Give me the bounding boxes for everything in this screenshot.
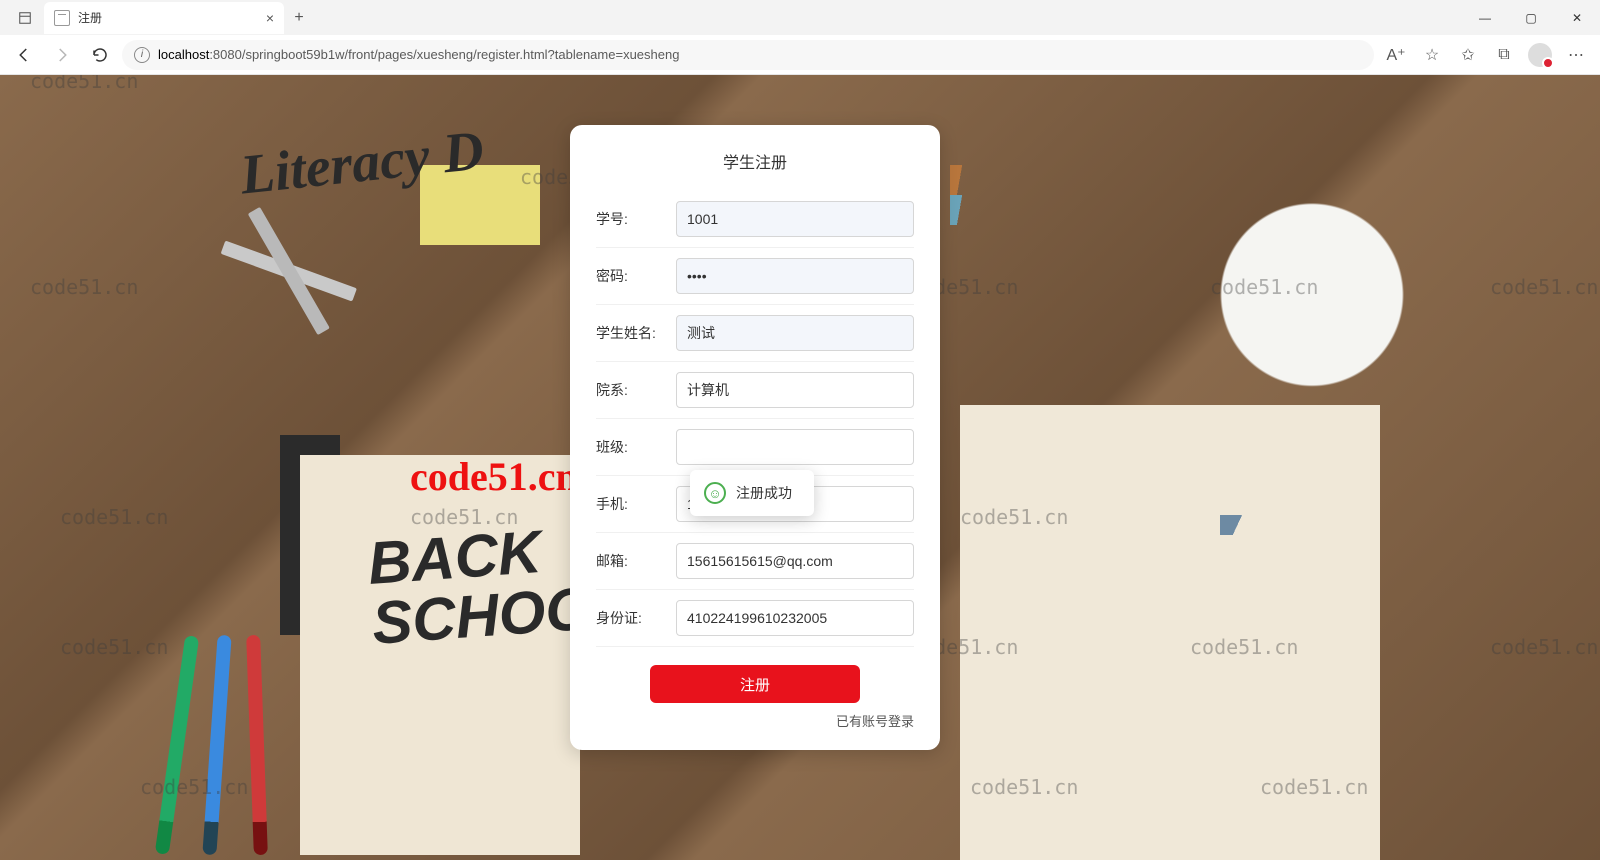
label-class: 班级:: [596, 437, 676, 457]
input-email[interactable]: [676, 543, 914, 579]
window-minimize-button[interactable]: —: [1462, 0, 1508, 35]
field-row-email: 邮箱:: [596, 533, 914, 590]
nav-forward-button[interactable]: [46, 39, 78, 71]
input-dept[interactable]: [676, 372, 914, 408]
watermark: code51.cn: [140, 775, 248, 799]
watermark: code51.cn: [1190, 635, 1298, 659]
panel-title: 学生注册: [596, 149, 914, 173]
collections-button[interactable]: ⧉: [1488, 39, 1520, 71]
crayon-graphic: [155, 635, 199, 855]
tab-list-button[interactable]: [6, 0, 44, 35]
label-idcard: 身份证:: [596, 608, 676, 628]
field-row-student-no: 学号:: [596, 191, 914, 248]
label-student-no: 学号:: [596, 209, 676, 229]
nav-back-button[interactable]: [8, 39, 40, 71]
watermark: code51.cn: [1490, 275, 1598, 299]
field-row-class: 班级:: [596, 419, 914, 476]
watermark: code51.cn: [1490, 635, 1598, 659]
tab-list-icon: [18, 11, 32, 25]
page-favicon: [54, 10, 70, 26]
login-link[interactable]: 已有账号登录: [596, 711, 914, 730]
tab-title: 注册: [78, 9, 102, 26]
crayon-graphic: [202, 635, 231, 855]
watermark: code51.cn: [60, 505, 168, 529]
watermark: code51.cn: [30, 275, 138, 299]
browser-tab-strip: 注册 × + — ▢ ✕: [0, 0, 1600, 35]
watermark: code51.cn: [1260, 775, 1368, 799]
toast-text: 注册成功: [736, 483, 792, 503]
label-password: 密码:: [596, 266, 676, 286]
label-dept: 院系:: [596, 380, 676, 400]
page-viewport: Literacy D BACK SCHOOL code51.cn code51.…: [0, 75, 1600, 860]
browser-toolbar: i localhost:8080/springboot59b1w/front/p…: [0, 35, 1600, 75]
scissors-graphic: [221, 234, 440, 477]
profile-avatar-icon: [1528, 43, 1552, 67]
address-bar[interactable]: i localhost:8080/springboot59b1w/front/p…: [122, 40, 1374, 70]
field-row-idcard: 身份证:: [596, 590, 914, 647]
input-idcard[interactable]: [676, 600, 914, 636]
crayon-graphic: [246, 635, 268, 855]
input-class[interactable]: [676, 429, 914, 465]
site-info-icon[interactable]: i: [134, 47, 150, 63]
browser-tab[interactable]: 注册 ×: [44, 2, 284, 34]
watermark: code51.cn: [1210, 275, 1318, 299]
watermark: code51.cn: [30, 75, 138, 93]
field-row-dept: 院系:: [596, 362, 914, 419]
watermark: code51.cn: [60, 635, 168, 659]
window-maximize-button[interactable]: ▢: [1508, 0, 1554, 35]
nav-refresh-button[interactable]: [84, 39, 116, 71]
label-email: 邮箱:: [596, 551, 676, 571]
favorites-button[interactable]: ☆: [1416, 39, 1448, 71]
add-favorite-button[interactable]: ✩: [1452, 39, 1484, 71]
chalk-text-literacy: Literacy D: [238, 122, 487, 203]
field-row-name: 学生姓名:: [596, 305, 914, 362]
register-panel: 学生注册 学号: 密码: 学生姓名: 院系: 班级: 手机: 邮箱:: [570, 125, 940, 750]
input-name[interactable]: [676, 315, 914, 351]
field-row-password: 密码:: [596, 248, 914, 305]
profile-button[interactable]: [1524, 39, 1556, 71]
url-text: localhost:8080/springboot59b1w/front/pag…: [158, 47, 679, 62]
label-phone: 手机:: [596, 494, 676, 514]
read-aloud-button[interactable]: A⁺: [1380, 39, 1412, 71]
label-name: 学生姓名:: [596, 323, 676, 343]
smile-icon: ☺: [704, 482, 726, 504]
submit-button[interactable]: 注册: [650, 665, 860, 703]
input-student-no[interactable]: [676, 201, 914, 237]
watermark: code51.cn: [970, 775, 1078, 799]
window-close-button[interactable]: ✕: [1554, 0, 1600, 35]
tab-close-button[interactable]: ×: [266, 10, 274, 26]
new-tab-button[interactable]: +: [284, 3, 314, 33]
watermark: code51.cn: [960, 505, 1068, 529]
toast-success: ☺ 注册成功: [690, 470, 814, 516]
menu-button[interactable]: ⋯: [1560, 39, 1592, 71]
input-password[interactable]: [676, 258, 914, 294]
